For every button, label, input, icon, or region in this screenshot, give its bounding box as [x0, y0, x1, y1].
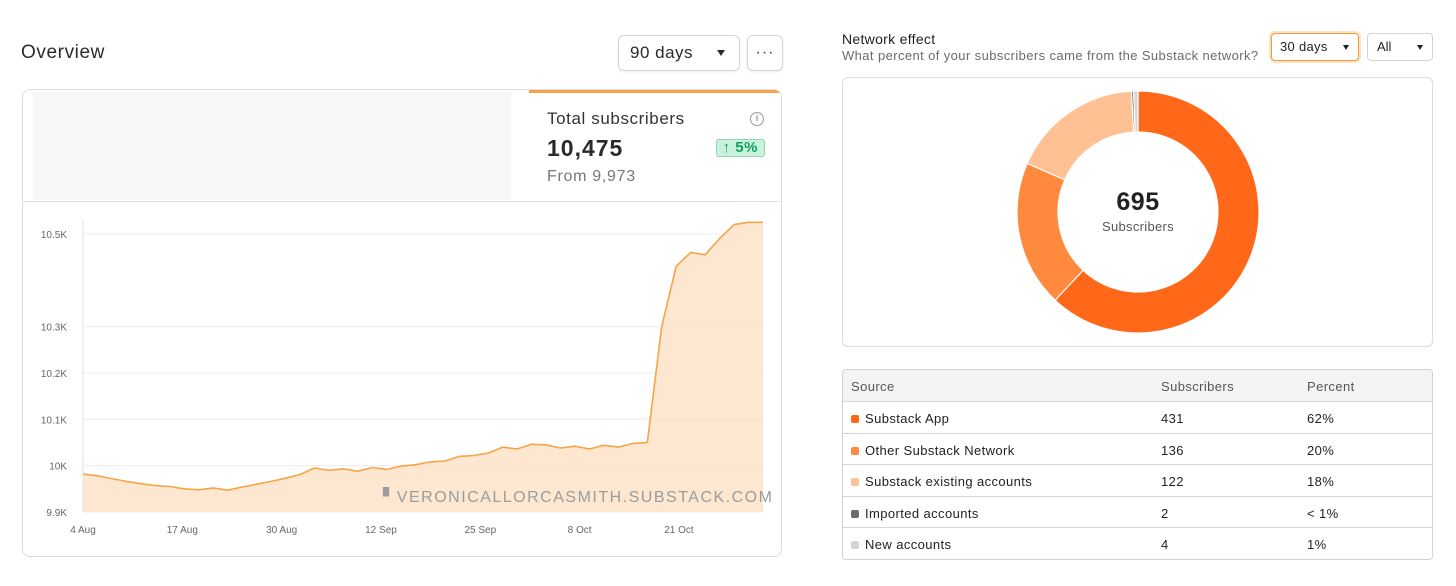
table-row: Substack App 431 62%: [843, 402, 1432, 434]
row-subscribers: 136: [1161, 442, 1184, 458]
row-percent: 18%: [1307, 474, 1335, 490]
caret-down-icon: [717, 50, 725, 56]
row-percent: 20%: [1307, 442, 1335, 458]
row-source: Substack existing accounts: [865, 474, 1033, 490]
info-icon[interactable]: i: [750, 112, 764, 126]
x-tick-label: 30 Aug: [266, 525, 297, 536]
y-tick-label: 9.9K: [46, 508, 67, 519]
table-row: Imported accounts 2 < 1%: [843, 497, 1432, 529]
y-tick-label: 10.3K: [41, 323, 67, 334]
header-percent[interactable]: Percent: [1307, 379, 1355, 394]
y-tick-label: 10.2K: [41, 369, 67, 380]
donut-total: 695: [1116, 188, 1160, 216]
stat-value: 10,475: [547, 135, 624, 161]
caret-down-icon: [1417, 45, 1423, 50]
watermark: ▘VERONICALLORCASMITH.SUBSTACK.COM: [382, 486, 773, 506]
caret-down-icon: [1343, 45, 1349, 50]
table-row: Other Substack Network 136 20%: [843, 434, 1432, 466]
network-effect-subtitle: What percent of your subscribers came fr…: [842, 48, 1259, 63]
stat-label: Total subscribers: [547, 109, 685, 128]
row-source: Imported accounts: [865, 505, 979, 521]
table-row: Substack existing accounts 122 18%: [843, 465, 1432, 497]
row-percent: 62%: [1307, 411, 1335, 426]
legend-swatch: [851, 415, 859, 423]
header-source[interactable]: Source: [851, 379, 895, 394]
legend-swatch: [851, 509, 859, 518]
source-table: Source Subscribers Percent Substack App …: [842, 369, 1433, 560]
overview-range-select[interactable]: 90 days: [618, 35, 740, 71]
area-fill: [83, 222, 763, 513]
donut-card: 695 Subscribers: [842, 77, 1433, 347]
network-filter-select[interactable]: All: [1367, 33, 1433, 61]
row-source: Substack App: [865, 411, 950, 426]
row-percent: 1%: [1307, 537, 1327, 553]
row-percent: < 1%: [1307, 505, 1339, 521]
x-tick-label: 12 Sep: [365, 525, 397, 536]
row-subscribers: 4: [1161, 537, 1169, 553]
donut-slice[interactable]: [1026, 90, 1135, 181]
table-header: Source Subscribers Percent: [843, 370, 1432, 402]
subscribers-line-chart: 10.5K 10.3K 10.2K 10.1K 10K 9.9K 4 Aug 17 Aug 3…: [41, 220, 773, 536]
x-tick-label: 8 Oct: [568, 525, 592, 536]
stat-change-badge: ↑ 5%: [715, 139, 765, 157]
y-tick-label: 10.1K: [41, 415, 67, 426]
legend-swatch: [851, 478, 859, 487]
legend-swatch: [851, 541, 859, 550]
more-options-button[interactable]: ···: [747, 35, 783, 71]
header-subscribers[interactable]: Subscribers: [1161, 379, 1234, 394]
y-tick-label: 10.5K: [41, 230, 67, 241]
row-source: Other Substack Network: [865, 442, 1015, 458]
x-tick-label: 21 Oct: [664, 525, 694, 536]
network-range-value: 30 days: [1280, 39, 1328, 54]
row-subscribers: 122: [1161, 474, 1184, 490]
y-tick-label: 10K: [49, 462, 67, 473]
row-source: New accounts: [865, 537, 952, 553]
network-range-select[interactable]: 30 days: [1271, 33, 1359, 61]
x-tick-label: 4 Aug: [70, 525, 96, 536]
stat-from: From 9,973: [547, 168, 636, 185]
network-effect-title: Network effect: [842, 31, 936, 47]
overview-range-value: 90 days: [630, 43, 694, 62]
network-filter-value: All: [1377, 39, 1392, 54]
row-subscribers: 2: [1161, 505, 1169, 521]
table-row: New accounts 4 1%: [843, 528, 1432, 559]
total-subscribers-tab[interactable]: Total subscribers i 10,475 ↑ 5% From 9,9…: [529, 90, 781, 202]
legend-swatch: [851, 446, 859, 455]
overview-card: Total subscribers i 10,475 ↑ 5% From 9,9…: [22, 89, 782, 557]
donut-total-label: Subscribers: [1102, 219, 1174, 234]
overview-blank-panel: [33, 92, 511, 200]
x-tick-label: 25 Sep: [464, 525, 496, 536]
x-tick-label: 17 Aug: [167, 525, 198, 536]
row-subscribers: 431: [1161, 411, 1184, 426]
overview-title: Overview: [21, 42, 105, 63]
ellipsis-icon: ···: [755, 44, 775, 61]
